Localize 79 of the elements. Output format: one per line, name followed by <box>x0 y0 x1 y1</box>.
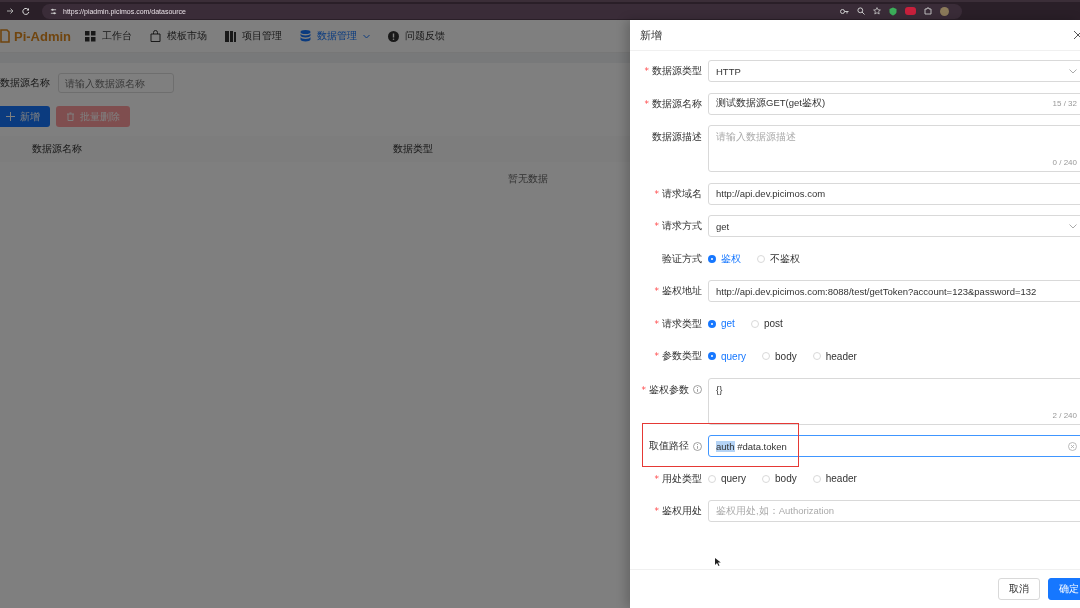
caret-icon <box>363 33 371 39</box>
shield-icon[interactable] <box>889 6 897 16</box>
radio-option[interactable]: query <box>708 350 746 362</box>
radio-option[interactable]: 鉴权 <box>708 251 741 266</box>
radio-option[interactable]: post <box>750 318 783 329</box>
column-header: 数据类型 <box>393 142 433 156</box>
book-icon <box>225 30 237 42</box>
input-field[interactable]: auth #data.token <box>708 435 1080 457</box>
required-mark: * <box>654 286 659 296</box>
field-label: 数据源描述 <box>652 130 702 144</box>
site-info-icon[interactable] <box>50 7 57 15</box>
plus-icon <box>6 112 15 121</box>
avatar-icon[interactable] <box>940 6 949 16</box>
character-counter: 0 / 240 <box>1052 158 1077 167</box>
info-icon <box>388 30 400 42</box>
radio-option[interactable]: body <box>762 473 797 484</box>
radio-button[interactable] <box>708 319 716 328</box>
field-label: 验证方式 <box>662 251 702 266</box>
field-label: 请求类型 <box>662 316 702 331</box>
mouse-cursor-icon <box>715 558 721 566</box>
zoom-icon[interactable] <box>857 7 865 15</box>
radio-button[interactable] <box>708 352 716 360</box>
required-mark: * <box>654 221 659 231</box>
radio-option[interactable]: 不鉴权 <box>757 251 800 266</box>
key-icon[interactable] <box>840 7 849 15</box>
bag-icon <box>150 30 162 42</box>
chevron-down-icon <box>1069 68 1077 74</box>
radio-option[interactable]: get <box>708 318 735 329</box>
select-field[interactable]: HTTP <box>708 60 1080 82</box>
field-label: 取值路径 <box>649 439 689 453</box>
required-mark: * <box>654 351 659 361</box>
drawer-title: 新增 <box>640 27 662 43</box>
input-field[interactable]: 测试数据源GET(get鉴权) 15 / 32 <box>708 92 1080 115</box>
database-icon <box>300 30 312 42</box>
dialog-button[interactable]: 确定 <box>1048 578 1080 600</box>
required-mark: * <box>644 66 649 76</box>
field-label: 鉴权用处 <box>662 504 702 518</box>
required-mark: * <box>641 384 646 395</box>
nav-item[interactable]: 工作台 <box>85 29 133 43</box>
star-icon[interactable] <box>873 7 881 15</box>
field-label: 数据源名称 <box>652 96 702 111</box>
forward-icon[interactable] <box>6 7 14 15</box>
required-mark: * <box>654 473 659 484</box>
field-label: 参数类型 <box>662 349 702 363</box>
input-field[interactable]: http://api.dev.picimos.com <box>708 182 1080 205</box>
search-label: 数据源名称 <box>0 76 50 90</box>
required-mark: * <box>644 98 649 109</box>
textarea-field[interactable]: {} 2 / 240 <box>708 377 1080 425</box>
radio-button[interactable] <box>708 254 716 263</box>
nav-item[interactable]: 项目管理 <box>225 29 283 43</box>
radio-option[interactable]: body <box>762 350 797 362</box>
extension-badge-icon[interactable] <box>905 7 916 15</box>
input-field[interactable]: http://api.dev.picimos.com:8088/test/getToken?account=123&password=132 <box>708 280 1080 302</box>
field-label: 用处类型 <box>662 471 702 486</box>
dialog-button[interactable]: 取消 <box>998 578 1040 600</box>
required-mark: * <box>654 188 659 199</box>
logo-icon <box>0 29 10 43</box>
radio-option[interactable]: header <box>812 473 857 484</box>
field-label: 数据源类型 <box>652 64 702 78</box>
empty-message: 暂无数据 <box>508 172 548 186</box>
radio-option[interactable]: header <box>812 350 857 362</box>
field-label: 鉴权参数 <box>649 382 689 397</box>
column-header: 数据源名称 <box>32 142 83 156</box>
reload-icon[interactable] <box>22 7 30 15</box>
select-field[interactable]: get <box>708 215 1080 237</box>
required-mark: * <box>654 506 659 516</box>
field-label: 请求域名 <box>662 186 702 201</box>
grid-icon <box>85 30 97 42</box>
radio-option[interactable]: query <box>708 473 746 484</box>
field-label: 请求方式 <box>662 219 702 233</box>
nav-item[interactable]: 问题反馈 <box>388 29 446 43</box>
nav-item[interactable]: 模板市场 <box>150 29 208 43</box>
chevron-down-icon <box>1069 223 1077 229</box>
required-mark: * <box>654 318 659 329</box>
app-logo: Pi-Admin <box>14 28 72 44</box>
field-label: 鉴权地址 <box>662 284 702 298</box>
character-counter: 2 / 240 <box>1052 410 1077 420</box>
character-counter: 15 / 32 <box>1052 99 1077 108</box>
close-icon[interactable] <box>1074 31 1080 39</box>
